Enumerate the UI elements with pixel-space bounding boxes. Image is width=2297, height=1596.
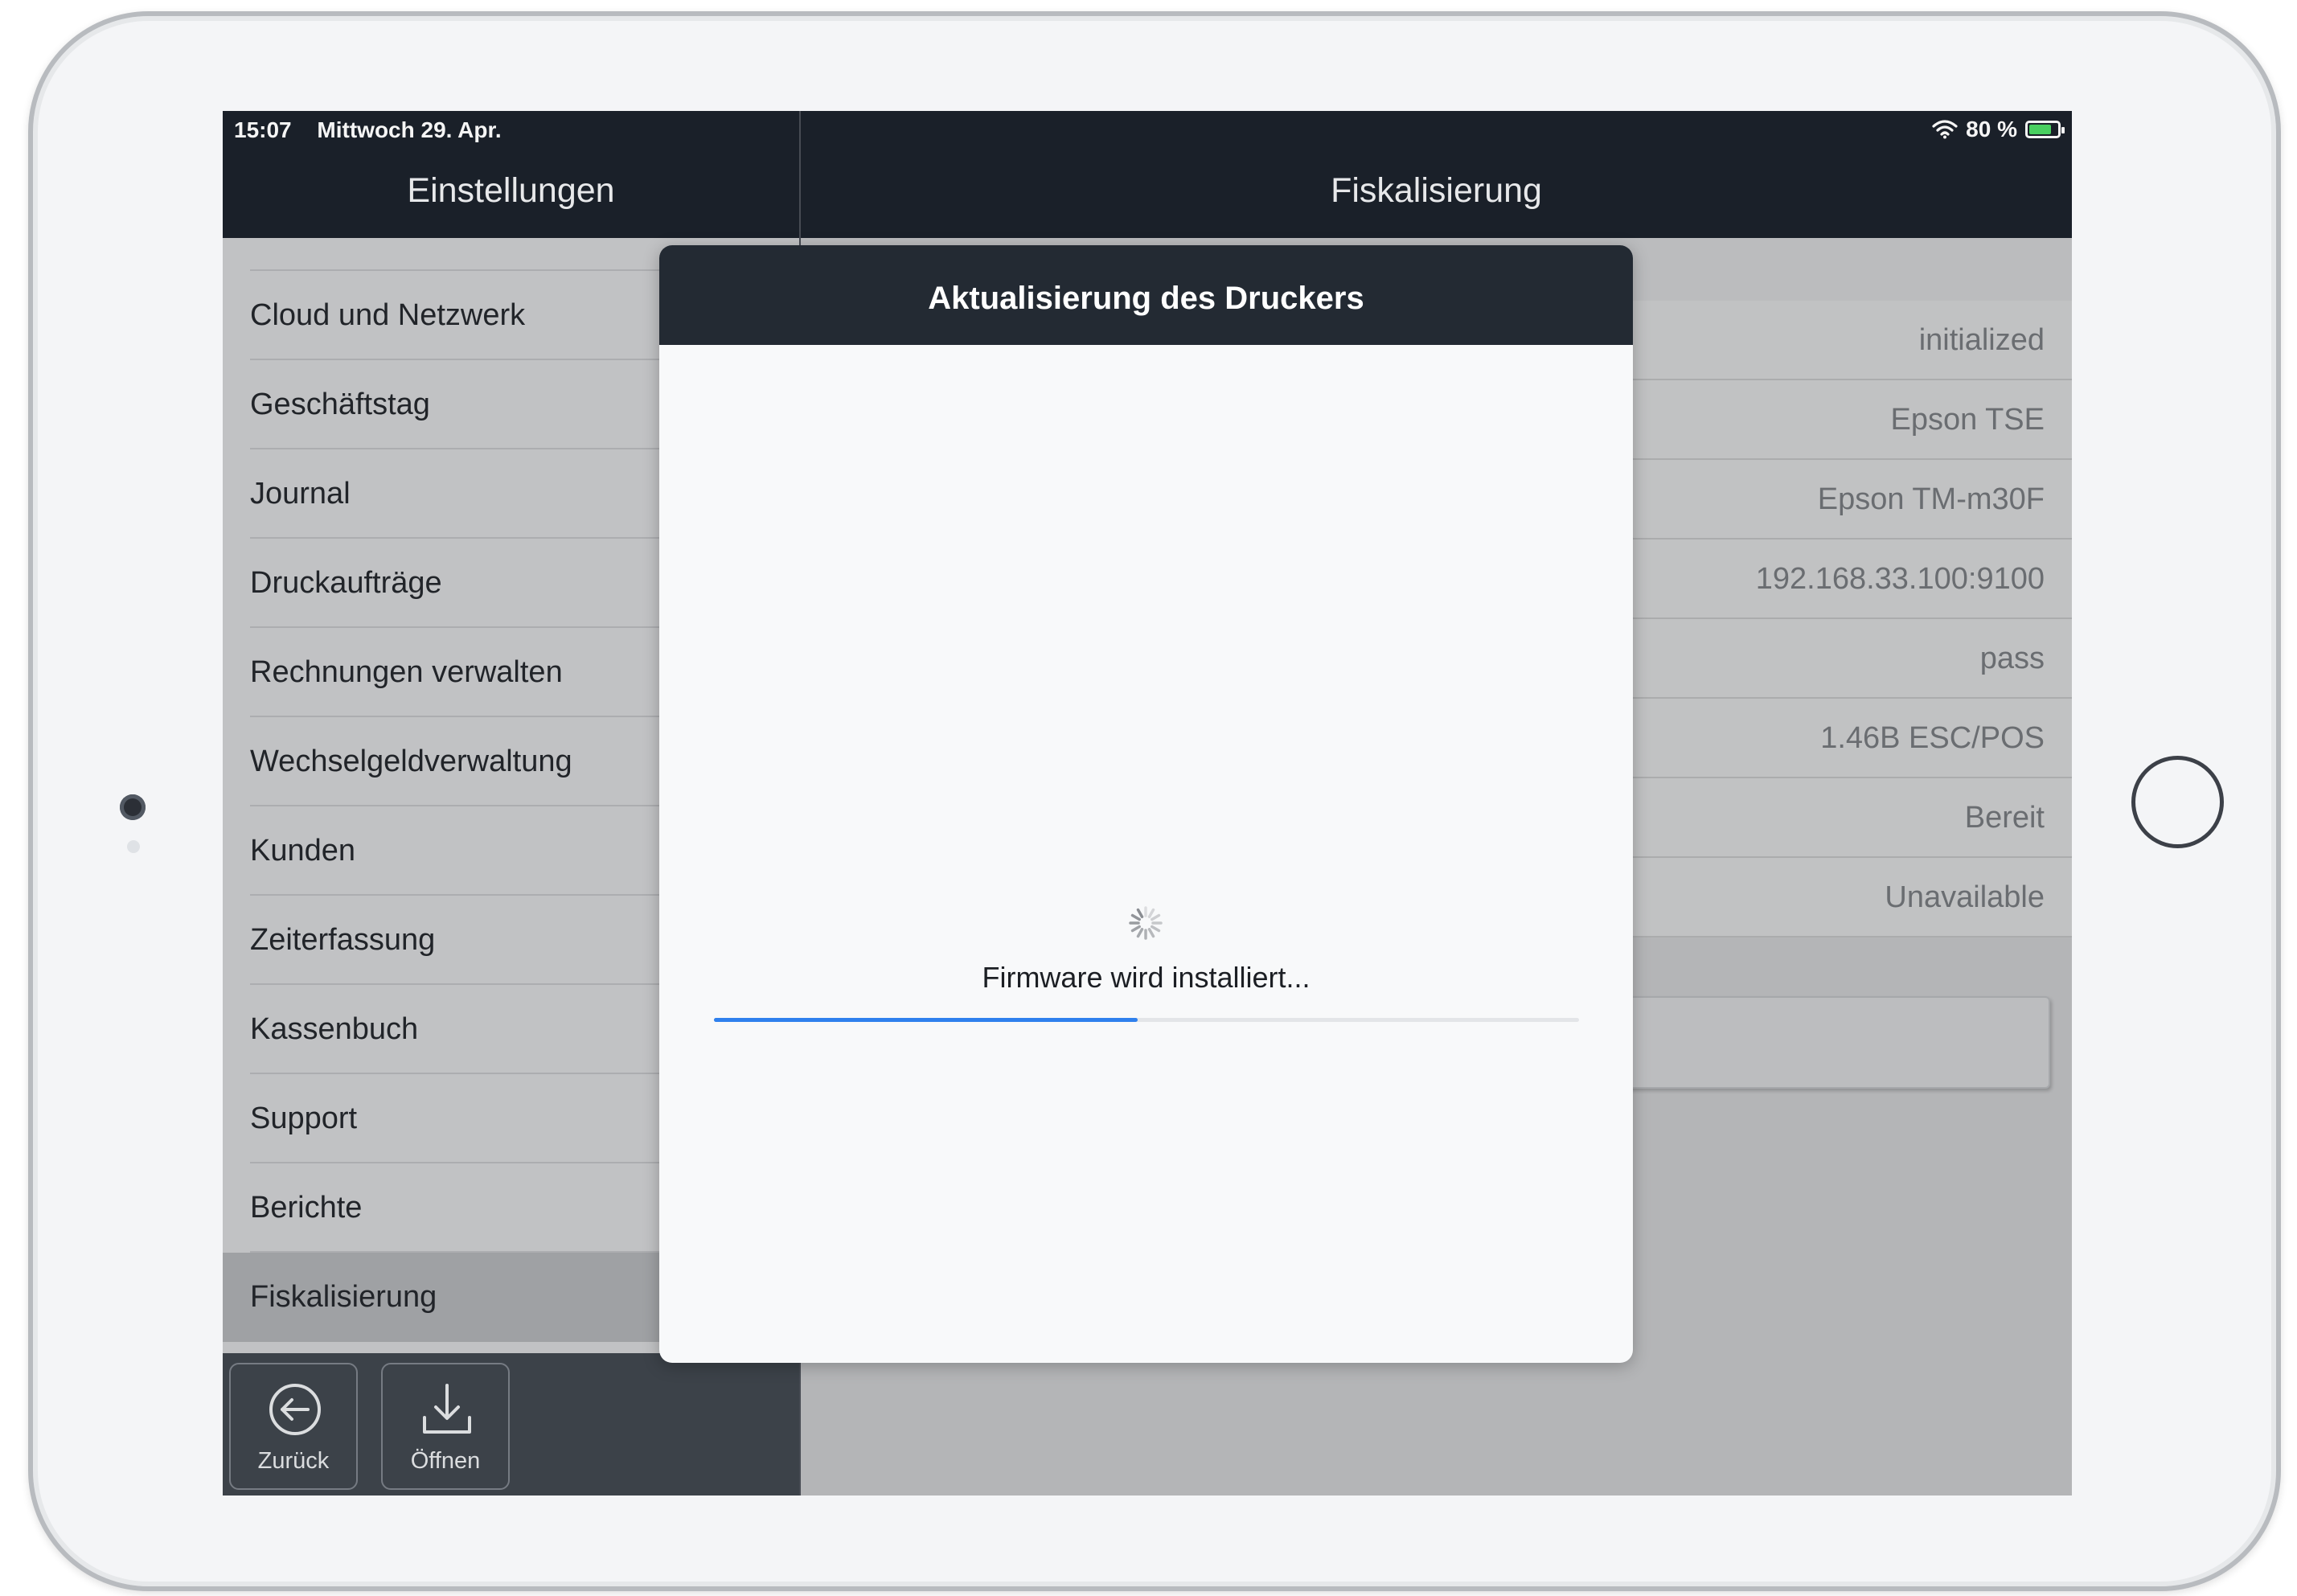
progress-bar [714,1018,1579,1022]
dialog-header: Aktualisierung des Druckers [659,245,1633,345]
home-button[interactable] [2131,756,2224,848]
progress-label: Firmware wird installiert... [982,961,1311,994]
screen: 15:07 Mittwoch 29. Apr. 80 % Einstellung… [223,111,2072,1495]
front-camera [120,794,146,820]
ambient-sensor [127,840,140,853]
dialog-title: Aktualisierung des Druckers [928,281,1364,316]
spinner-icon [1129,906,1163,940]
printer-update-dialog: Aktualisierung des Druckers Firmware wir… [659,245,1633,1363]
progress-bar-fill [714,1018,1138,1022]
